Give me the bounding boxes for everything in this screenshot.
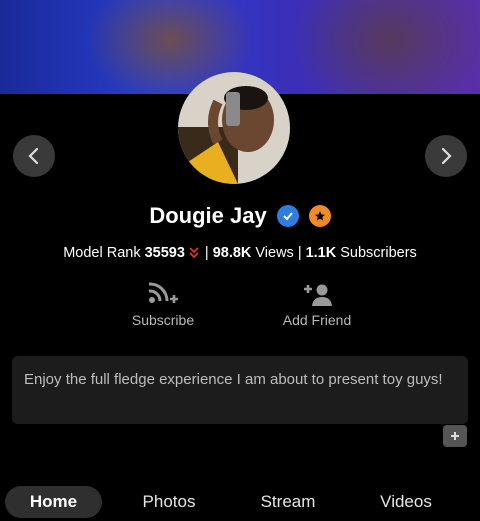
verified-icon — [276, 205, 299, 227]
star-badge-icon — [308, 205, 331, 227]
chevron-left-icon — [28, 147, 39, 165]
stats-separator: | — [297, 245, 302, 261]
bio-text: Enjoy the full fledge experience I am ab… — [24, 371, 443, 388]
plus-icon — [451, 432, 459, 440]
tab-home[interactable]: Home — [5, 486, 102, 518]
subscribers-value: 1.1K — [305, 245, 337, 261]
rss-plus-icon — [148, 282, 178, 303]
profile-header: Dougie Jay — [0, 203, 480, 229]
add-friend-button[interactable]: Add Friend — [267, 278, 367, 328]
stats-separator: | — [204, 245, 209, 261]
next-button[interactable] — [425, 135, 467, 177]
profile-tabs: Home Photos Stream Videos — [0, 486, 480, 521]
subscribe-button[interactable]: Subscribe — [118, 278, 208, 328]
avatar[interactable] — [178, 72, 290, 184]
expand-bio-button[interactable] — [443, 425, 467, 447]
views-value: 98.8K — [212, 245, 252, 261]
add-friend-label: Add Friend — [282, 312, 352, 328]
rank-label: Model Rank — [63, 245, 141, 261]
views-label: Views — [255, 245, 294, 261]
subscribe-label: Subscribe — [131, 312, 195, 328]
rank-value: 35593 — [144, 245, 185, 261]
tab-photos[interactable]: Photos — [128, 486, 210, 518]
add-user-icon — [304, 284, 332, 306]
previous-button[interactable] — [13, 135, 55, 177]
bio-box: Enjoy the full fledge experience I am ab… — [12, 356, 468, 424]
rank-down-icon — [189, 246, 201, 260]
tab-videos[interactable]: Videos — [366, 486, 446, 518]
profile-name: Dougie Jay — [149, 203, 267, 228]
profile-stats: Model Rank 35593 | 98.8K Views | 1.1K Su… — [0, 245, 480, 261]
subscribers-label: Subscribers — [340, 245, 417, 261]
avatar-image — [178, 72, 290, 184]
chevron-right-icon — [441, 147, 452, 165]
tab-stream[interactable]: Stream — [246, 486, 330, 518]
